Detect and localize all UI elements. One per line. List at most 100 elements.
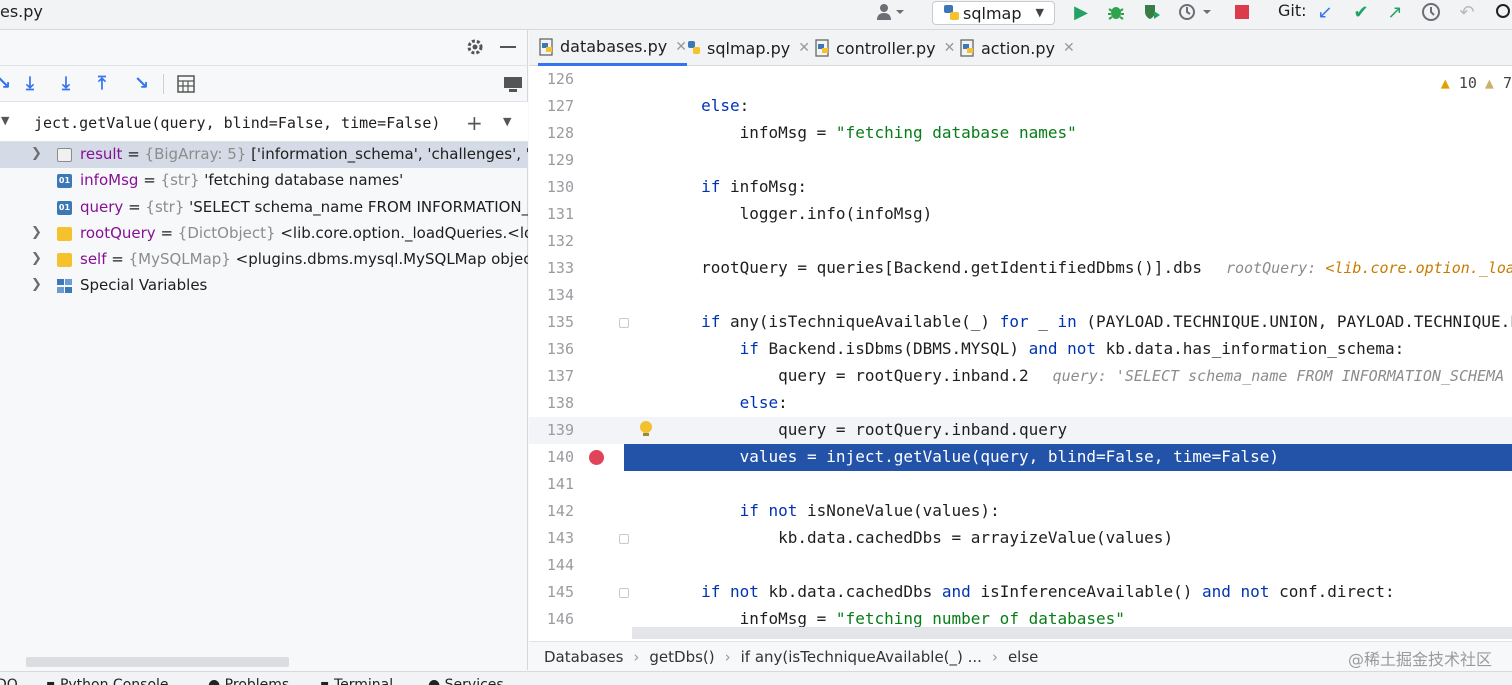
git-history-icon[interactable] [1420,0,1442,24]
code-text[interactable]: infoMsg = "fetching database names" [529,123,1077,142]
weak-warning-count[interactable]: ▲ 7 [1485,74,1512,92]
inspection-widget[interactable]: ▲ 10 ▲ 7 [1441,74,1512,92]
warning-count[interactable]: ▲ 10 [1441,74,1477,92]
breadcrumb-item[interactable]: else [1008,648,1038,666]
code-line[interactable]: 129 [529,147,1512,174]
line-number[interactable]: 141 [529,475,574,493]
code-line[interactable]: 142 if not isNoneValue(values): [529,498,1512,525]
stop-icon[interactable] [1232,0,1252,24]
close-icon[interactable]: ✕ [944,40,956,56]
close-icon[interactable]: ✕ [798,40,810,56]
fold-marker-icon[interactable] [619,588,629,598]
code-text[interactable]: if any(isTechniqueAvailable(_) for _ in … [529,312,1512,331]
variable-row-query[interactable]: 01 query = {str} 'SELECT schema_name FRO… [0,195,528,221]
code-line[interactable]: 141 [529,471,1512,498]
code-line[interactable]: 131 logger.info(infoMsg) [529,201,1512,228]
variable-row-infomsg[interactable]: 01 infoMsg = {str} 'fetching database na… [0,168,528,194]
code-line[interactable]: 139 query = rootQuery.inband.query [529,417,1512,444]
code-text[interactable]: if infoMsg: [529,177,807,196]
step-over-icon[interactable]: ↘ [0,73,11,94]
tab-databases-py[interactable]: databases.py ✕ [538,30,687,66]
tool-window-python-console[interactable]: ▪ Python Console [46,677,169,685]
tool-window-problems[interactable]: ● Problems [208,677,289,685]
code-line[interactable]: 135 if any(isTechniqueAvailable(_) for _… [529,309,1512,336]
step-into-icon[interactable]: ⤓ [26,73,34,94]
code-line[interactable]: 143 kb.data.cachedDbs = arrayizeValue(va… [529,525,1512,552]
close-icon[interactable]: ✕ [1063,40,1075,56]
line-number[interactable]: 144 [529,556,574,574]
step-out-icon[interactable]: ⤒ [98,73,106,94]
variable-row-result[interactable]: ❯ result = {BigArray: 5} ['information_s… [0,142,528,169]
variable-row-special-variables[interactable]: ❯ Special Variables [0,273,528,299]
code-line[interactable]: 126 [529,66,1512,93]
intention-bulb-icon[interactable] [639,420,653,438]
code-text[interactable]: query = rootQuery.inband.2 [529,366,1028,385]
code-line[interactable]: 132 [529,228,1512,255]
chevron-right-icon[interactable]: ❯ [31,146,42,161]
line-number[interactable]: 126 [529,70,574,88]
breadcrumb-item[interactable]: Databases [544,648,623,666]
code-line[interactable]: 138 else: [529,390,1512,417]
code-text[interactable]: if Backend.isDbms(DBMS.MYSQL) and not kb… [529,339,1405,358]
code-line[interactable]: 128 infoMsg = "fetching database names" [529,120,1512,147]
code-line[interactable]: 133 rootQuery = queries[Backend.getIdent… [529,255,1512,282]
code-text[interactable]: logger.info(infoMsg) [529,204,933,223]
evaluate-expression-text[interactable]: ject.getValue(query, blind=False, time=F… [34,114,440,132]
breakpoint-icon[interactable] [589,450,604,465]
tab-sqlmap-py[interactable]: sqlmap.py ✕ [685,30,810,66]
horizontal-scrollbar[interactable] [632,627,1512,639]
code-text[interactable]: else: [529,96,749,115]
tool-window-services[interactable]: ● Services [428,677,504,685]
history-dropdown-icon[interactable]: ▼ [503,115,511,128]
fold-marker-icon[interactable] [619,534,629,544]
search-icon[interactable] [1494,0,1512,24]
tool-window-todo[interactable]: DO [0,677,18,685]
gear-icon[interactable] [465,37,485,61]
chevron-right-icon[interactable]: ❯ [31,251,42,266]
run-configuration-select[interactable]: sqlmap ▼ [932,1,1055,25]
code-line[interactable]: 127 else: [529,93,1512,120]
git-commit-icon[interactable]: ✔ [1350,0,1372,24]
profile-icon[interactable] [1176,0,1216,24]
tab-action-py[interactable]: action.py ✕ [959,30,1075,66]
code-text[interactable]: infoMsg = "fetching number of databases" [529,609,1125,628]
breadcrumb-item[interactable]: if any(isTechniqueAvailable(_) ... [741,648,982,666]
layout-icon[interactable] [503,75,523,97]
code-text[interactable]: else: [529,393,788,412]
code-text[interactable]: query = rootQuery.inband.query [529,420,1067,439]
line-number[interactable]: 134 [529,286,574,304]
chevron-right-icon[interactable]: ❯ [31,277,42,292]
horizontal-scrollbar[interactable] [26,657,289,667]
user-icon[interactable] [872,0,908,24]
tool-window-terminal[interactable]: ▪ Terminal [320,677,393,685]
code-text[interactable]: if not kb.data.cachedDbs and isInference… [529,582,1395,601]
tab-controller-py[interactable]: controller.py ✕ [814,30,955,66]
code-line[interactable]: 144 [529,552,1512,579]
chevron-right-icon[interactable]: ❯ [31,225,42,240]
git-push-icon[interactable]: ↗ [1384,0,1406,24]
run-icon[interactable]: ▶ [1070,0,1092,24]
code-text[interactable]: values = inject.getValue(query, blind=Fa… [529,447,1279,466]
code-text[interactable]: if not isNoneValue(values): [529,501,1000,520]
git-update-icon[interactable]: ↙ [1314,0,1336,24]
variable-row-rootquery[interactable]: ❯ rootQuery = {DictObject} <lib.core.opt… [0,221,528,247]
evaluate-expression-field[interactable]: ▼ ject.getValue(query, blind=False, time… [0,102,528,142]
run-to-cursor-icon[interactable]: ↘ [134,73,149,94]
evaluate-expression-icon[interactable] [177,75,195,97]
fold-marker-icon[interactable] [619,318,629,328]
chevron-down-icon[interactable]: ▼ [1,114,9,127]
code-line[interactable]: 145 if not kb.data.cachedDbs and isInfer… [529,579,1512,606]
breadcrumb-item[interactable]: getDbs() [649,648,714,666]
code-text[interactable]: rootQuery = queries[Backend.getIdentifie… [529,258,1202,277]
line-number[interactable]: 132 [529,232,574,250]
code-line[interactable]: 136 if Backend.isDbms(DBMS.MYSQL) and no… [529,336,1512,363]
code-line[interactable]: 130 if infoMsg: [529,174,1512,201]
line-number[interactable]: 129 [529,151,574,169]
minimize-icon[interactable] [500,46,516,48]
add-to-watches-icon[interactable]: + [466,111,483,135]
code-editor[interactable]: 126 127 else: 128 infoMsg = "fetching data… [529,66,1512,641]
code-line[interactable]: 137 query = rootQuery.inband.2 query: 'SE… [529,363,1512,390]
step-into-my-code-icon[interactable]: ⤓ [62,73,70,94]
variable-row-self[interactable]: ❯ self = {MySQLMap} <plugins.dbms.mysql.… [0,247,528,273]
run-with-coverage-icon[interactable] [1140,0,1164,24]
